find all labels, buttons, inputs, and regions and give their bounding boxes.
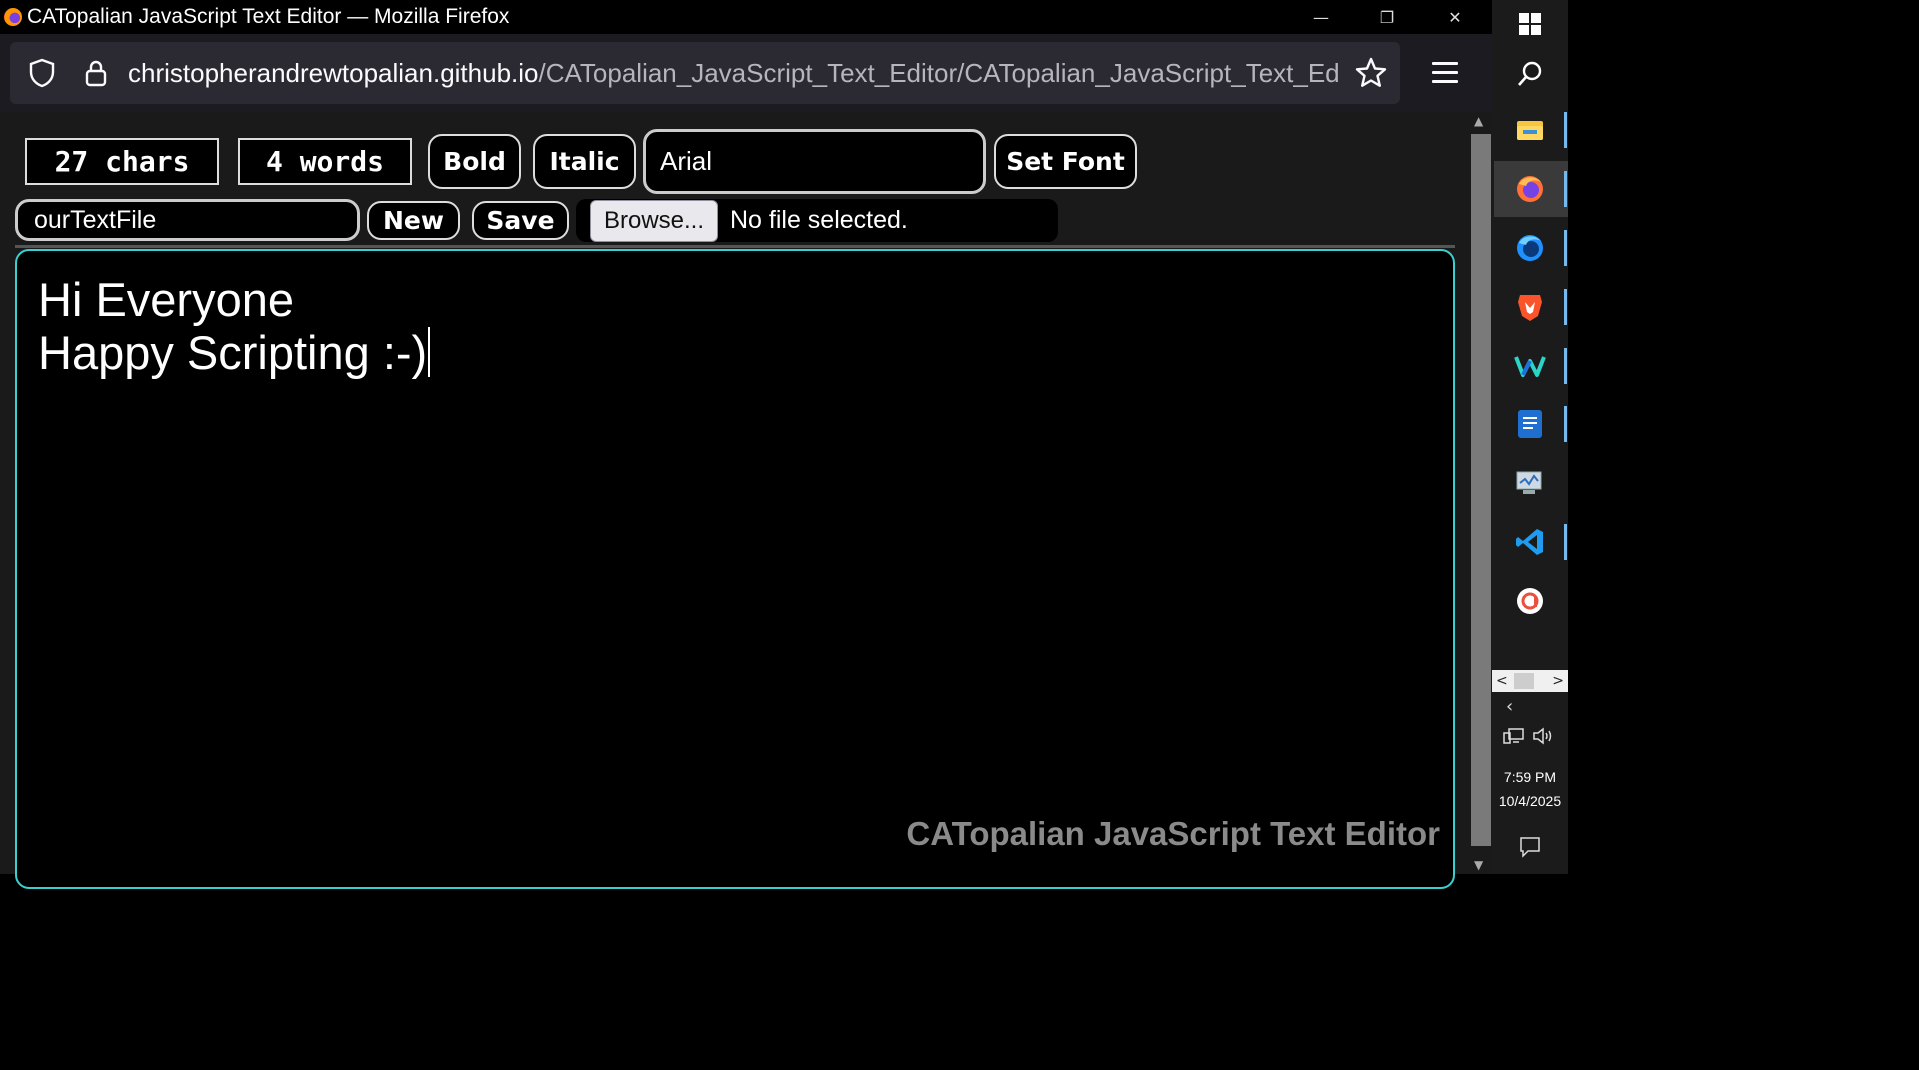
scroll-up-arrow-icon[interactable]: ▲: [1474, 114, 1483, 128]
taskbar-running-indicator: [1564, 112, 1567, 148]
search-icon[interactable]: [1512, 56, 1548, 92]
browse-button[interactable]: Browse...: [590, 199, 718, 242]
editor-line: Hi Everyone: [38, 273, 294, 326]
tracking-protection-shield-icon[interactable]: [26, 57, 58, 89]
firefox-icon[interactable]: [1512, 171, 1548, 207]
show-hidden-icons-chevron-icon[interactable]: ‹: [1506, 696, 1513, 717]
url-host: christopherandrewtopalian.github.io: [128, 57, 539, 88]
taskbar-running-indicator: [1564, 230, 1567, 266]
bold-button[interactable]: Bold: [428, 134, 521, 189]
editor-line: Happy Scripting :-): [38, 326, 428, 379]
lock-icon[interactable]: [80, 57, 112, 89]
wondershare-icon[interactable]: [1512, 348, 1548, 384]
brave-icon[interactable]: [1512, 289, 1548, 325]
taskbar-running-indicator: [1564, 406, 1567, 442]
scrollbar-thumb[interactable]: [1471, 134, 1491, 846]
firefox-developer-icon[interactable]: [1512, 230, 1548, 266]
save-button[interactable]: Save: [472, 201, 569, 240]
new-button[interactable]: New: [367, 201, 460, 240]
italic-button[interactable]: Italic: [533, 134, 636, 189]
bookmark-star-icon[interactable]: [1354, 56, 1388, 90]
file-picker: Browse... No file selected.: [576, 199, 1058, 242]
close-button[interactable]: ✕: [1422, 0, 1488, 34]
address-bar[interactable]: christopherandrewtopalian.github.io/CATo…: [10, 42, 1400, 104]
filename-input[interactable]: ourTextFile: [15, 199, 360, 241]
url-text[interactable]: christopherandrewtopalian.github.io/CATo…: [128, 58, 1338, 89]
text-editor-area[interactable]: Hi Everyone Happy Scripting :-) CATopali…: [15, 249, 1455, 889]
vscode-icon[interactable]: [1512, 524, 1548, 560]
notification-center-icon[interactable]: [1519, 836, 1541, 858]
divider: [15, 245, 1455, 248]
editor-content[interactable]: Hi Everyone Happy Scripting :-): [38, 273, 431, 379]
minimize-button[interactable]: —: [1288, 0, 1354, 34]
taskbar-running-indicator: [1564, 348, 1567, 384]
network-icon[interactable]: [1503, 727, 1525, 745]
app-watermark: CATopalian JavaScript Text Editor: [906, 815, 1440, 852]
taskbar-scroll-thumb[interactable]: [1514, 673, 1534, 689]
taskbar-running-indicator: [1564, 289, 1567, 325]
taskbar-running-indicator: [1564, 171, 1567, 207]
no-file-label: No file selected.: [730, 206, 908, 234]
windows-start-icon[interactable]: [1512, 6, 1548, 42]
editor-page: 27 chars 4 words Bold Italic Arial Set F…: [0, 112, 1470, 889]
page-scrollbar[interactable]: ▲ ▼: [1470, 112, 1492, 874]
url-path: /CATopalian_JavaScript_Text_Editor/CATop…: [538, 57, 1339, 88]
file-explorer-icon[interactable]: [1512, 112, 1548, 148]
app-icon[interactable]: [1512, 583, 1548, 619]
window-titlebar: CATopalian JavaScript Text Editor — Mozi…: [0, 0, 1492, 34]
restore-button[interactable]: ❐: [1354, 0, 1420, 34]
text-caret: [428, 327, 431, 377]
navigation-bar: christopherandrewtopalian.github.io/CATo…: [0, 34, 1492, 112]
clock-time[interactable]: 7:59 PM: [1492, 769, 1568, 785]
scroll-left-icon[interactable]: <: [1496, 673, 1508, 689]
word-count: 4 words: [238, 138, 412, 185]
scroll-down-arrow-icon[interactable]: ▼: [1474, 858, 1483, 872]
set-font-button[interactable]: Set Font: [994, 134, 1137, 189]
window-title: CATopalian JavaScript Text Editor — Mozi…: [27, 5, 510, 28]
taskbar-scroll[interactable]: < >: [1492, 670, 1568, 692]
font-input[interactable]: Arial: [643, 129, 986, 194]
network-monitor-icon[interactable]: [1512, 465, 1548, 501]
volume-icon[interactable]: [1532, 727, 1554, 745]
scroll-right-icon[interactable]: >: [1552, 673, 1564, 689]
clock-date[interactable]: 10/4/2025: [1492, 793, 1568, 809]
char-count: 27 chars: [25, 138, 219, 185]
document-icon[interactable]: [1512, 406, 1548, 442]
menu-hamburger-icon[interactable]: [1432, 62, 1458, 89]
taskbar-running-indicator: [1564, 524, 1567, 560]
firefox-logo-icon: [4, 8, 22, 26]
windows-taskbar: < > ‹ 7:59 PM 10/4/2025: [1492, 0, 1568, 874]
